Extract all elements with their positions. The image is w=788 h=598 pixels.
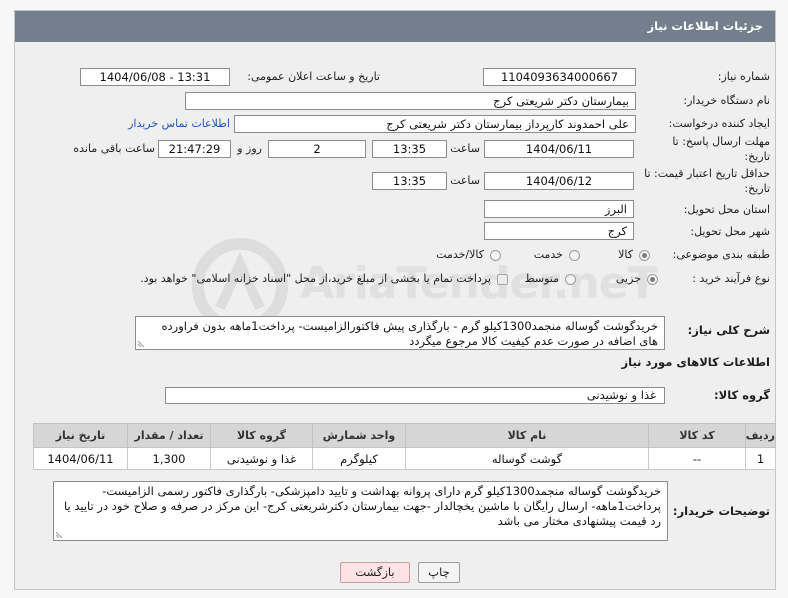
column-header-item-code: کد کالا: [648, 423, 746, 448]
general-description-label: شرح کلی نیاز:: [687, 323, 770, 337]
items-table: ردیف کد کالا نام کالا واحد شمارش گروه کا…: [33, 423, 776, 470]
treasury-payment-label: پرداخت تمام یا بخشی از مبلغ خرید،از محل …: [140, 272, 491, 285]
buyer-notes-text: خریدگوشت گوساله منجمد1300کیلو گرم دارای …: [63, 484, 661, 528]
price-validity-label-line2: تاریخ:: [744, 182, 770, 195]
panel-header: جزئیات اطلاعات نیاز: [15, 11, 775, 42]
reply-deadline-date-field[interactable]: 1404/06/11: [484, 140, 634, 158]
column-header-need-date: تاریخ نیاز: [33, 423, 128, 448]
resize-grip-icon[interactable]: [138, 338, 147, 347]
cell-item-code: --: [648, 447, 746, 470]
remaining-days-field[interactable]: 2: [268, 140, 366, 158]
cell-item-name: گوشت گوساله: [405, 447, 649, 470]
radio-icon[interactable]: [647, 273, 658, 285]
column-header-item-group: گروه کالا: [210, 423, 313, 448]
delivery-city-label: شهر محل تحویل:: [690, 225, 770, 238]
price-validity-time-label: ساعت: [450, 174, 480, 187]
reply-deadline-time-field[interactable]: 13:35: [372, 140, 447, 158]
back-button[interactable]: بازگشت: [340, 562, 410, 583]
delivery-province-label: استان محل تحویل:: [683, 203, 770, 216]
announce-datetime-field[interactable]: 1404/06/08 - 13:31: [80, 68, 230, 86]
buyer-notes-label: توضیحات خریدار:: [672, 504, 770, 518]
resize-grip-icon[interactable]: [56, 529, 65, 538]
process-option-medium[interactable]: متوسط: [524, 271, 576, 287]
page: AriaTender.neT جزئیات اطلاعات نیاز شماره…: [0, 0, 788, 598]
cell-item-group: غذا و نوشیدنی: [210, 447, 313, 470]
table-row[interactable]: 1 -- گوشت گوساله کیلوگرم غذا و نوشیدنی 1…: [33, 447, 776, 470]
need-number-label: شماره نیاز:: [717, 70, 770, 83]
item-group-label: گروه کالا:: [714, 388, 770, 402]
reply-deadline-label-line1: مهلت ارسال پاسخ: تا: [672, 135, 770, 148]
category-option-label: خدمت: [533, 248, 563, 261]
items-section-title: اطلاعات کالاهای مورد نیاز: [621, 355, 770, 369]
delivery-city-field[interactable]: کرج: [484, 222, 634, 240]
delivery-province-field[interactable]: البرز: [484, 200, 634, 218]
buyer-org-label: نام دستگاه خریدار:: [683, 94, 770, 107]
process-option-label: متوسط: [524, 272, 559, 285]
radio-icon[interactable]: [490, 249, 501, 261]
buyer-contact-link[interactable]: اطلاعات تماس خریدار: [128, 116, 230, 132]
cell-quantity: 1,300: [127, 447, 211, 470]
radio-icon[interactable]: [639, 249, 650, 261]
purchase-process-label: نوع فرآیند خرید :: [692, 272, 770, 285]
print-button[interactable]: چاپ: [418, 562, 460, 583]
general-description-textarea[interactable]: خریدگوشت گوساله منجمد1300کیلو گرم - بارگ…: [135, 316, 665, 350]
remaining-time-label: ساعت باقی مانده: [73, 142, 155, 155]
subject-category-label: طبقه بندی موضوعی:: [672, 248, 770, 261]
price-validity-time-field[interactable]: 13:35: [372, 172, 447, 190]
reply-deadline-time-label: ساعت: [450, 142, 480, 155]
panel-title: جزئیات اطلاعات نیاز: [647, 19, 763, 33]
general-description-text: خریدگوشت گوساله منجمد1300کیلو گرم - بارگ…: [161, 319, 659, 348]
item-group-field[interactable]: غذا و نوشیدنی: [165, 387, 665, 404]
remaining-days-label: روز و: [237, 142, 262, 155]
checkbox-icon[interactable]: [497, 273, 508, 285]
treasury-payment-option[interactable]: پرداخت تمام یا بخشی از مبلغ خرید،از محل …: [140, 271, 508, 287]
requester-field[interactable]: علی احمدوند کارپرداز بیمارستان دکتر شریع…: [234, 115, 636, 133]
radio-icon[interactable]: [565, 273, 576, 285]
price-validity-label-line1: حداقل تاریخ اعتبار قیمت: تا: [644, 167, 770, 180]
column-header-unit: واحد شمارش: [312, 423, 406, 448]
category-option-goods[interactable]: کالا: [618, 247, 650, 263]
category-option-goods-service[interactable]: کالا/خدمت: [436, 247, 501, 263]
category-option-label: کالا: [618, 248, 633, 261]
buyer-org-field[interactable]: بیمارستان دکتر شریعتی کرج: [185, 92, 636, 110]
reply-deadline-label-line2: تاریخ:: [744, 150, 770, 163]
category-option-service[interactable]: خدمت: [534, 247, 580, 263]
column-header-quantity: تعداد / مقدار: [127, 423, 211, 448]
table-header-row: ردیف کد کالا نام کالا واحد شمارش گروه کا…: [33, 423, 776, 448]
need-number-field[interactable]: 1104093634000667: [483, 68, 636, 86]
process-option-minor[interactable]: جزیی: [616, 271, 658, 287]
requester-label: ایجاد کننده درخواست:: [668, 117, 770, 130]
cell-row-number: 1: [745, 447, 776, 470]
process-option-label: جزیی: [615, 272, 641, 285]
column-header-row-number: ردیف: [745, 423, 776, 448]
radio-icon[interactable]: [569, 249, 580, 261]
category-option-label: کالا/خدمت: [436, 248, 484, 261]
cell-need-date: 1404/06/11: [33, 447, 128, 470]
remaining-time-field[interactable]: 21:47:29: [158, 140, 231, 158]
cell-unit: کیلوگرم: [312, 447, 406, 470]
price-validity-date-field[interactable]: 1404/06/12: [484, 172, 634, 190]
announce-datetime-label: تاریخ و ساعت اعلان عمومی:: [247, 70, 380, 83]
column-header-item-name: نام کالا: [405, 423, 649, 448]
buyer-notes-textarea[interactable]: خریدگوشت گوساله منجمد1300کیلو گرم دارای …: [53, 481, 668, 541]
